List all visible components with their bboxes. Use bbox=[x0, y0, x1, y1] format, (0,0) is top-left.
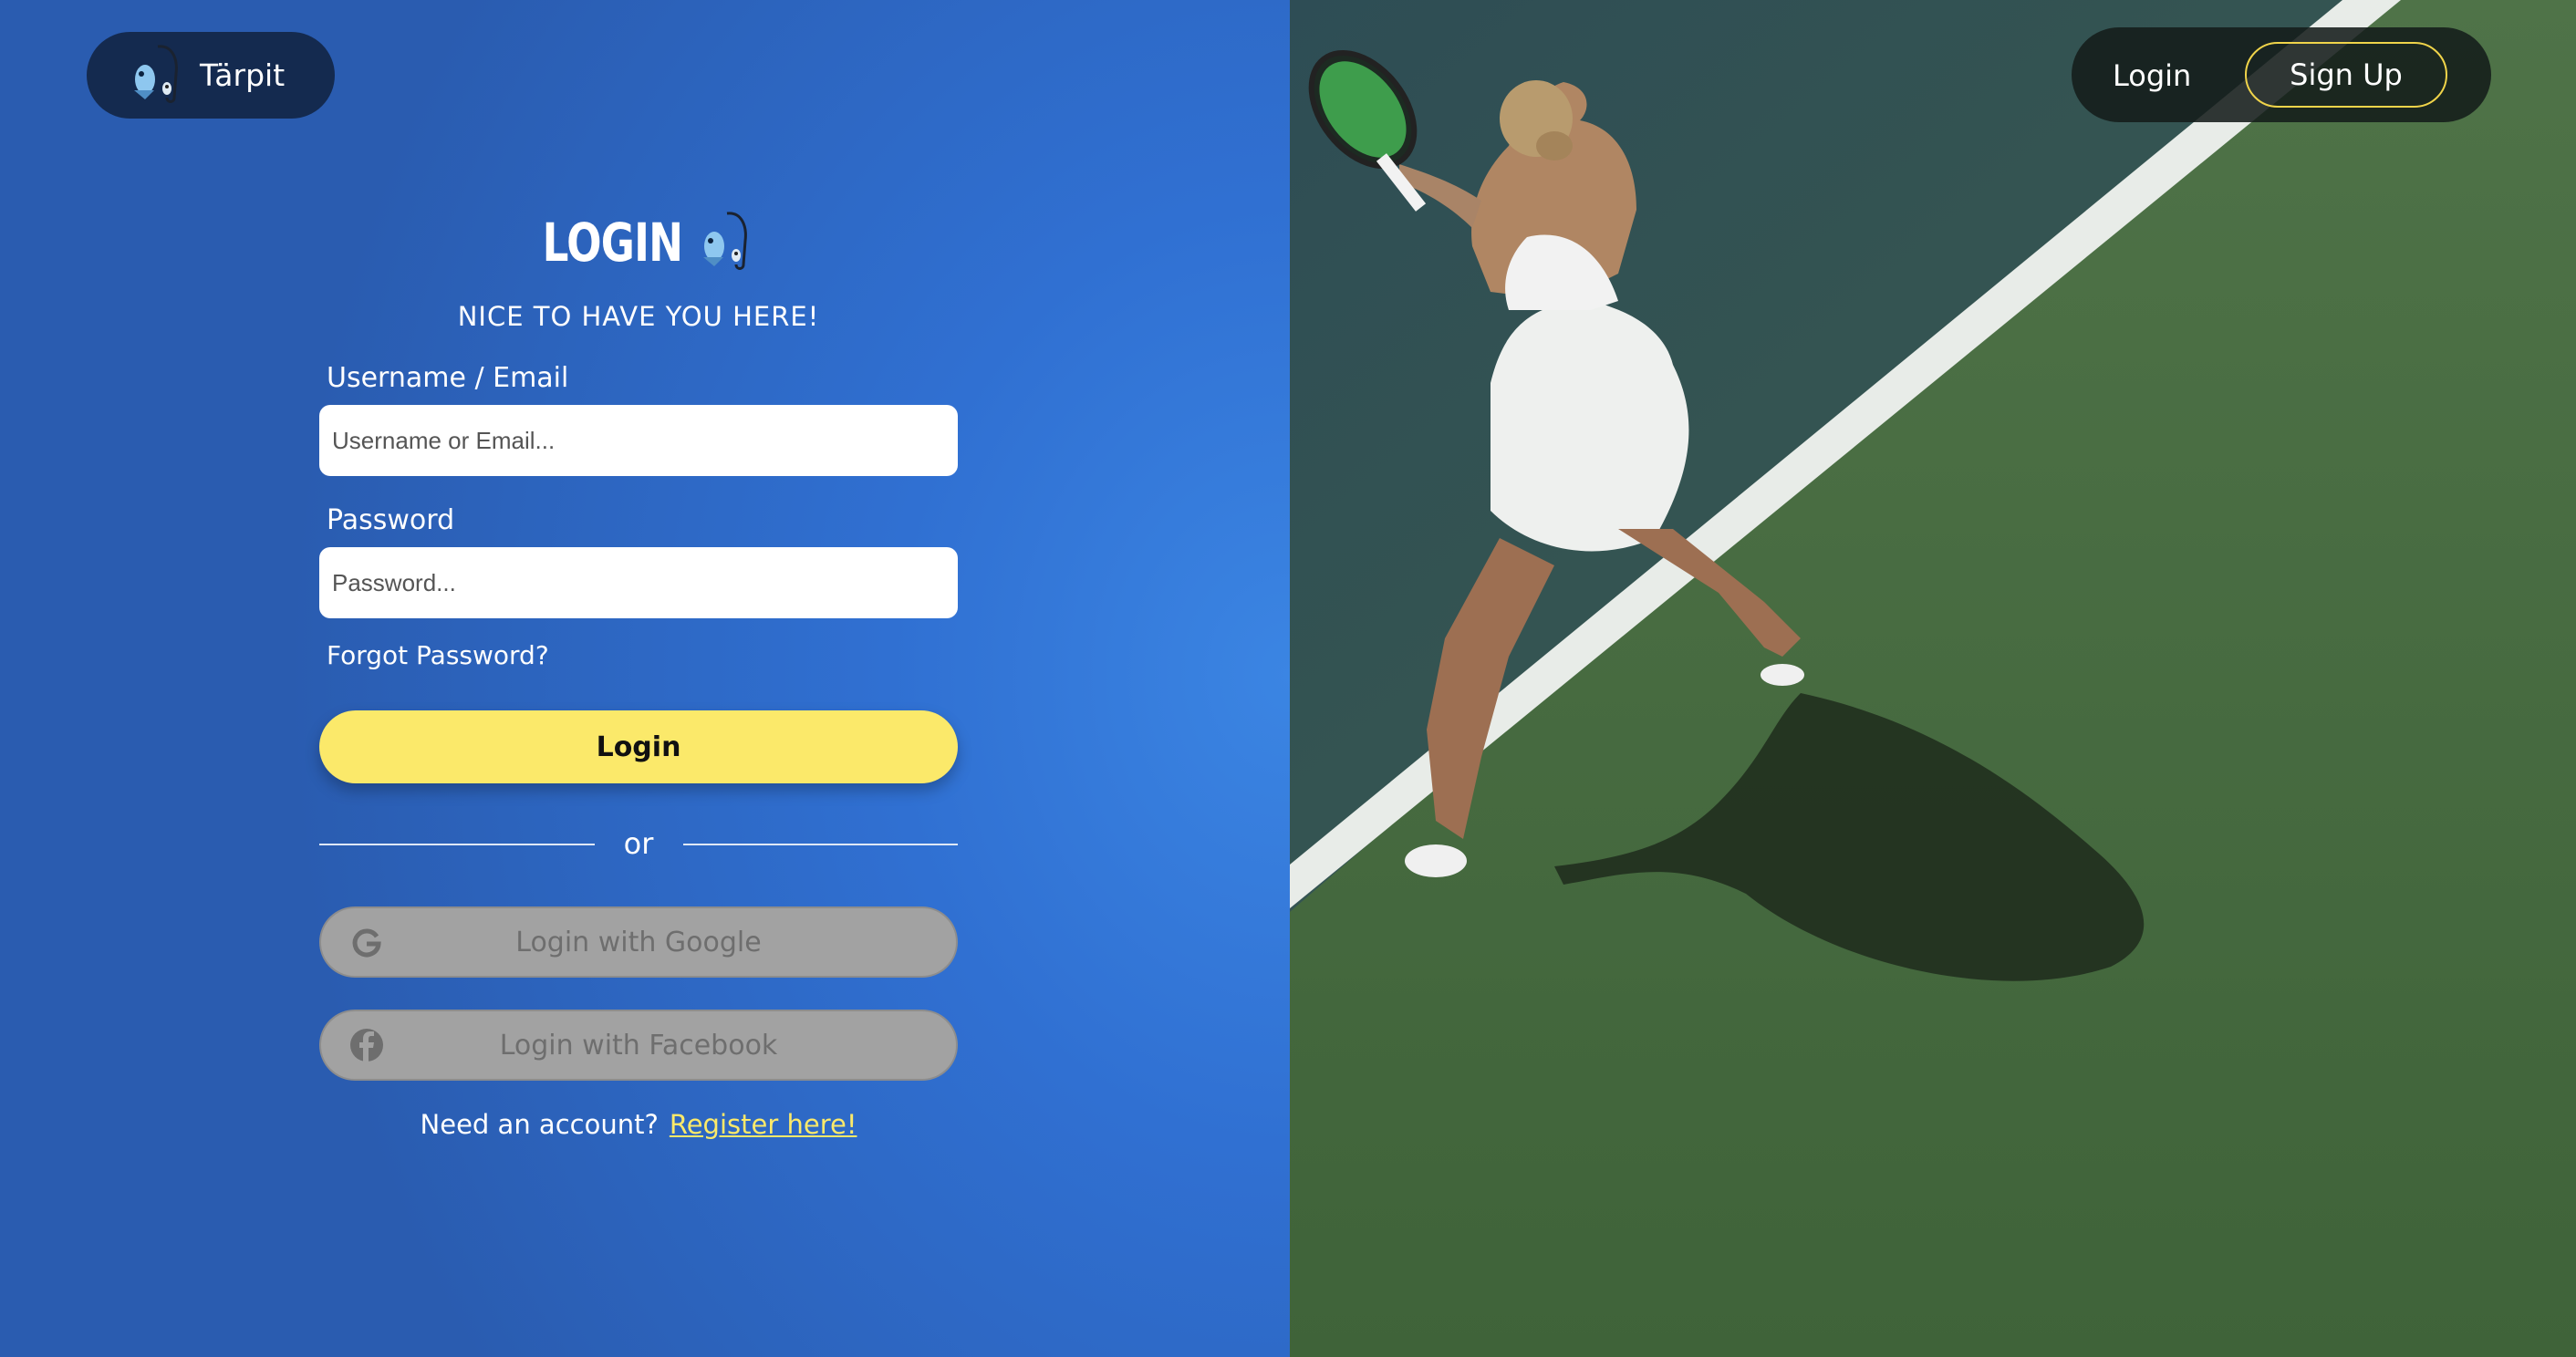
forgot-password-link[interactable]: Forgot Password? bbox=[327, 640, 549, 670]
need-account-text: Need an account? bbox=[420, 1109, 659, 1140]
password-label: Password bbox=[327, 504, 455, 536]
google-login-label: Login with Google bbox=[515, 926, 762, 958]
tennis-court-photo bbox=[1290, 0, 2576, 1357]
brand-name: Tärpit bbox=[200, 57, 286, 93]
login-panel: Tärpit LOGIN NICE TO HAVE YOU HERE! User… bbox=[0, 0, 1290, 1357]
facebook-login-label: Login with Facebook bbox=[499, 1029, 778, 1062]
register-link[interactable]: Register here! bbox=[670, 1109, 857, 1140]
nav-signup-button[interactable]: Sign Up bbox=[2245, 42, 2447, 108]
brand-logo-button[interactable]: Tärpit bbox=[87, 32, 335, 119]
fish-hook-icon bbox=[703, 212, 748, 270]
fish-hook-icon bbox=[134, 44, 178, 103]
google-login-button[interactable]: Login with Google bbox=[319, 906, 958, 978]
facebook-login-button[interactable]: Login with Facebook bbox=[319, 1010, 958, 1081]
page-title: LOGIN bbox=[542, 212, 682, 274]
divider-or: or bbox=[623, 826, 654, 861]
username-input[interactable] bbox=[319, 405, 958, 476]
username-label: Username / Email bbox=[327, 362, 569, 394]
hero-photo: Login Sign Up bbox=[1290, 0, 2576, 1357]
password-input[interactable] bbox=[319, 547, 958, 618]
login-title-row: LOGIN bbox=[0, 210, 1277, 275]
nav-login-link[interactable]: Login bbox=[2113, 58, 2191, 93]
page-subtitle: NICE TO HAVE YOU HERE! bbox=[457, 301, 820, 332]
top-nav: Login Sign Up bbox=[2072, 27, 2491, 122]
google-icon bbox=[352, 928, 381, 958]
facebook-icon bbox=[350, 1029, 383, 1062]
login-button[interactable]: Login bbox=[319, 710, 958, 783]
register-prompt: Need an account? Register here! bbox=[0, 1109, 1277, 1140]
divider-right bbox=[683, 844, 958, 845]
